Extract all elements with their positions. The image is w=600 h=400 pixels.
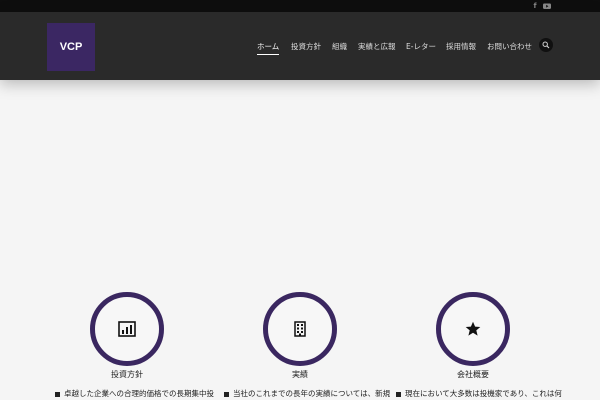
facebook-icon[interactable]: f bbox=[530, 1, 540, 11]
nav-item-results[interactable]: 実績と広報 bbox=[358, 41, 396, 53]
youtube-icon[interactable] bbox=[542, 1, 552, 11]
search-icon bbox=[542, 41, 550, 49]
nav-item-contact[interactable]: お問い合わせ bbox=[487, 41, 532, 53]
building-icon bbox=[294, 321, 306, 337]
feature-text-policy: 卓越した企業への合理的価格での長期集中投 bbox=[55, 388, 225, 400]
feature-icon-circle-results[interactable] bbox=[263, 292, 337, 366]
bullet-icon bbox=[55, 391, 60, 397]
feature-text-company: 現在において大多数は投機家であり、これは何 bbox=[396, 388, 566, 400]
nav-active-indicator bbox=[257, 54, 279, 55]
feature-text-results: 当社のこれまでの長年の実績については、新規 bbox=[224, 388, 394, 400]
feature-icon-circle-policy[interactable] bbox=[90, 292, 164, 366]
feature-title-policy: 投資方針 bbox=[111, 370, 143, 379]
search-button[interactable] bbox=[539, 38, 553, 52]
nav-item-investment-policy[interactable]: 投資方針 bbox=[291, 41, 321, 53]
feature-icon-circle-company[interactable] bbox=[436, 292, 510, 366]
bar-chart-icon bbox=[118, 321, 136, 337]
site-logo[interactable]: VCP bbox=[47, 23, 95, 71]
site-header: VCP ホーム 投資方針 組織 実績と広報 E-レター 採用情報 お問い合わせ bbox=[0, 12, 600, 80]
nav-item-home[interactable]: ホーム bbox=[257, 41, 279, 53]
star-icon bbox=[465, 321, 481, 336]
feature-title-results: 実績 bbox=[292, 370, 308, 379]
bullet-icon bbox=[224, 391, 229, 397]
feature-title-company: 会社概要 bbox=[457, 370, 489, 379]
nav-item-eletter[interactable]: E-レター bbox=[406, 41, 436, 53]
bullet-icon bbox=[396, 391, 401, 397]
top-bar: f bbox=[0, 0, 600, 12]
nav-item-careers[interactable]: 採用情報 bbox=[446, 41, 476, 53]
nav-item-organization[interactable]: 組織 bbox=[332, 41, 347, 53]
